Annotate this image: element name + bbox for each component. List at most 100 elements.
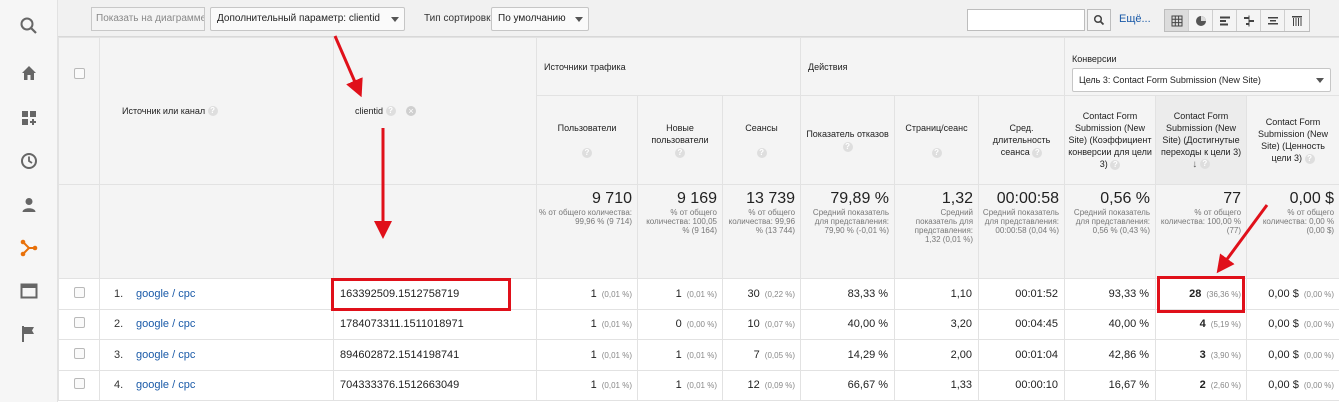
sessions-cell: 7 (0,05 %) bbox=[721, 339, 802, 371]
source-link[interactable]: google / cpc bbox=[136, 288, 195, 300]
pages-per-session-header[interactable]: Страниц/сеанс? bbox=[894, 95, 980, 185]
goal-value-cell: 0,00 $ (0,00 %) bbox=[1246, 278, 1339, 310]
select-all-cell bbox=[58, 37, 100, 185]
row-checkbox-cell bbox=[58, 339, 100, 371]
behavior-nav-button[interactable] bbox=[0, 271, 58, 311]
help-icon[interactable]: ? bbox=[385, 106, 396, 117]
help-icon[interactable]: ? bbox=[207, 106, 218, 117]
search-nav-button[interactable] bbox=[0, 6, 58, 46]
conversion-rate-cell: 16,67 % bbox=[1064, 369, 1157, 401]
bounce-rate-header[interactable]: Показатель отказов ? bbox=[800, 95, 896, 185]
view-pivot-button[interactable] bbox=[1261, 10, 1285, 31]
help-icon[interactable]: ? bbox=[1032, 147, 1043, 158]
metric-header-label: Новые пользователи bbox=[651, 123, 709, 145]
cell-value: 0,00 $ bbox=[1268, 348, 1299, 361]
sessions-header[interactable]: Сеансы? bbox=[721, 95, 802, 185]
view-pivot-table-button[interactable] bbox=[1285, 10, 1309, 31]
total-cell: 00:00:58 Средний показатель для представл… bbox=[978, 184, 1066, 279]
table-row: 1. google / cpc 163392509.1512758719 1 (0,… bbox=[58, 278, 1339, 310]
cell-value: 1 bbox=[675, 287, 682, 300]
metric-header-label: Contact Form Submission (New Site) (Дост… bbox=[1160, 110, 1242, 157]
goal-conversion-rate-header[interactable]: Contact Form Submission (New Site) (Коэф… bbox=[1064, 95, 1157, 185]
remove-dimension-icon[interactable]: × bbox=[406, 106, 417, 117]
sessions-cell: 10 (0,07 %) bbox=[721, 308, 802, 340]
clientid-cell[interactable]: 894602872.1514198741 bbox=[333, 339, 537, 371]
row-checkbox[interactable] bbox=[73, 317, 85, 329]
help-icon[interactable]: ? bbox=[1304, 153, 1315, 164]
goal-value-header[interactable]: Contact Form Submission (New Site) (Ценн… bbox=[1246, 95, 1339, 185]
show-on-chart-button[interactable]: Показать на диаграмме bbox=[91, 7, 205, 31]
term-cloud-icon bbox=[1267, 16, 1278, 24]
cell-percent: (0,05 %) bbox=[764, 350, 796, 360]
clientid-header[interactable]: clientid ? × bbox=[333, 37, 537, 185]
search-icon bbox=[20, 17, 37, 34]
help-icon[interactable]: ? bbox=[1110, 159, 1121, 170]
view-pie-button[interactable] bbox=[1189, 10, 1213, 31]
home-nav-button[interactable] bbox=[0, 53, 58, 93]
completions-cell: 2 (2,60 %) bbox=[1155, 369, 1248, 401]
help-icon[interactable]: ? bbox=[931, 147, 942, 158]
view-performance-button[interactable] bbox=[1213, 10, 1237, 31]
cell-percent: (0,00 %) bbox=[1303, 289, 1335, 299]
help-icon[interactable]: ? bbox=[582, 147, 592, 158]
sessions-cell: 12 (0,09 %) bbox=[721, 369, 802, 401]
new-users-cell: 1 (0,01 %) bbox=[637, 369, 723, 401]
clientid-cell[interactable]: 1784073311.1511018971 bbox=[333, 308, 537, 340]
new-users-header[interactable]: Новые пользователи? bbox=[637, 95, 723, 185]
cell-value: 0,00 $ bbox=[1268, 287, 1299, 300]
view-table-button[interactable] bbox=[1165, 10, 1189, 31]
audience-nav-button[interactable] bbox=[0, 185, 58, 225]
more-options-link[interactable]: Ещё... bbox=[1119, 13, 1151, 25]
duration-cell: 00:01:52 bbox=[978, 278, 1066, 310]
cell-value: 2 bbox=[1199, 379, 1206, 392]
source-link[interactable]: google / cpc bbox=[136, 349, 195, 361]
goal-completions-header[interactable]: Contact Form Submission (New Site) (Дост… bbox=[1155, 95, 1248, 185]
goal-value-cell: 0,00 $ (0,00 %) bbox=[1246, 369, 1339, 401]
sort-type-value: По умолчанию bbox=[498, 13, 566, 24]
row-checkbox[interactable] bbox=[73, 347, 85, 359]
total-note: % от общего количества: 99,96 % (13 744) bbox=[728, 208, 796, 235]
row-checkbox[interactable] bbox=[73, 286, 85, 298]
conversion-rate-cell: 93,33 % bbox=[1064, 278, 1157, 310]
help-icon[interactable]: ? bbox=[675, 147, 685, 158]
secondary-dimension-select[interactable]: Дополнительный параметр: clientid bbox=[210, 7, 405, 31]
view-comparison-button[interactable] bbox=[1237, 10, 1261, 31]
acquisition-nav-button[interactable] bbox=[0, 228, 58, 268]
users-header[interactable]: Пользователи? bbox=[536, 95, 638, 185]
help-icon[interactable]: ? bbox=[842, 141, 853, 152]
clientid-cell[interactable]: 704333376.1512663049 bbox=[333, 369, 537, 401]
help-icon[interactable]: ? bbox=[756, 147, 767, 158]
sort-type-label: Тип сортировки: bbox=[424, 13, 499, 24]
source-channel-header[interactable]: Источник или канал ? bbox=[99, 37, 334, 185]
customization-nav-button[interactable] bbox=[0, 98, 58, 138]
select-all-checkbox[interactable] bbox=[73, 68, 85, 79]
conversions-nav-button[interactable] bbox=[0, 314, 58, 354]
search-button[interactable] bbox=[1087, 9, 1111, 31]
realtime-nav-button[interactable] bbox=[0, 141, 58, 181]
goal-select[interactable]: Цель 3: Contact Form Submission (New Sit… bbox=[1072, 68, 1332, 92]
table-search-input[interactable] bbox=[967, 9, 1085, 31]
table-row: 4. google / cpc 704333376.1512663049 1 (0,… bbox=[58, 369, 1339, 401]
source-channel-header-label: Источник или канал bbox=[122, 105, 206, 116]
source-cell: 3. google / cpc bbox=[99, 339, 334, 371]
users-cell: 1 (0,01 %) bbox=[536, 278, 638, 310]
row-checkbox-cell bbox=[58, 308, 100, 340]
total-note: % от общего количества: 100,00 % (77) bbox=[1160, 208, 1242, 235]
row-index: 4. bbox=[114, 379, 124, 392]
avg-session-duration-header[interactable]: Сред. длительность сеанса ? bbox=[978, 95, 1066, 185]
conversion-rate-cell: 42,86 % bbox=[1064, 339, 1157, 371]
source-link[interactable]: google / cpc bbox=[136, 318, 195, 330]
duration-cell: 00:04:45 bbox=[978, 308, 1066, 340]
row-checkbox[interactable] bbox=[73, 378, 85, 390]
totals-empty-cell bbox=[333, 184, 537, 279]
audience-person-icon bbox=[22, 198, 36, 212]
total-note: Средний показатель для представления: 79… bbox=[812, 208, 890, 235]
report-content: Показать на диаграмме Дополнительный пар… bbox=[58, 0, 1339, 402]
help-icon[interactable]: ? bbox=[1199, 159, 1210, 170]
sort-type-select[interactable]: По умолчанию bbox=[491, 7, 589, 31]
source-link[interactable]: google / cpc bbox=[136, 379, 195, 391]
cell-value: 10 bbox=[747, 318, 760, 331]
metric-header-label: Страниц/сеанс bbox=[905, 123, 968, 133]
new-users-cell: 1 (0,01 %) bbox=[637, 339, 723, 371]
cell-percent: (0,00 %) bbox=[1303, 381, 1335, 391]
